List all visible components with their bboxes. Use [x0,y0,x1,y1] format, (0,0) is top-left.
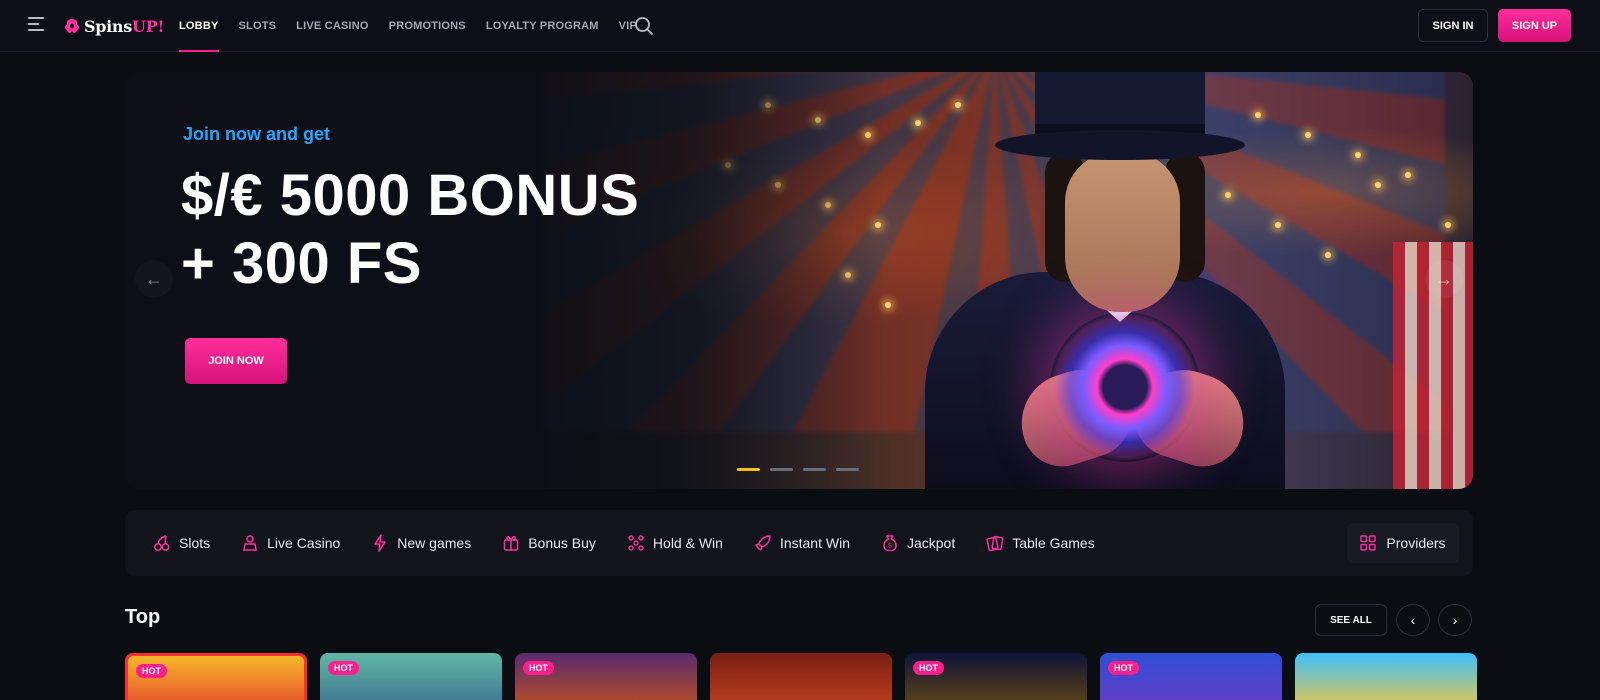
nav-lobby[interactable]: LOBBY [179,0,219,52]
category-label: Live Casino [267,535,341,551]
category-label: Jackpot [906,535,956,551]
slide-dot-4[interactable] [836,468,859,471]
money-bag-icon: $ [883,535,897,552]
magic-orb [1050,312,1200,462]
category-label: Instant Win [779,535,850,551]
hero-prev-arrow-icon[interactable]: ← [135,260,173,298]
hot-badge: HOT [1108,661,1139,675]
hero-title-line-1: $/€ 5000 BONUS [181,163,640,228]
hot-badge: HOT [328,661,359,675]
sign-up-button[interactable]: SIGN UP [1498,9,1571,42]
svg-text:$: $ [888,542,892,550]
game-card[interactable]: HOT [515,653,697,700]
hot-badge: HOT [913,661,944,675]
category-label: New games [397,535,472,551]
see-all-button[interactable]: SEE ALL [1315,604,1387,636]
category-new-games[interactable]: New games [371,534,471,552]
category-jackpot[interactable]: $ Jackpot [881,534,955,552]
providers-button[interactable]: Providers [1347,523,1459,563]
category-label: Table Games [1012,535,1095,551]
hero-title-line-2: + 300 FS [181,231,422,296]
game-card[interactable]: HOT [905,653,1087,700]
category-bonus-buy[interactable]: Bonus Buy [502,534,596,552]
magician-illustration [925,72,1285,489]
cards-icon [986,535,1004,552]
top-games-row: HOT HOT HOT HOT HOT [125,653,1490,700]
rocket-icon [755,535,771,551]
slide-dot-3[interactable] [803,468,826,471]
gift-icon [503,536,519,551]
grid-icon [1360,535,1377,551]
dots-grid-icon [628,535,644,551]
category-instant-win[interactable]: Instant Win [754,534,850,552]
category-bar: Slots Live Casino New games Bonus Buy Ho… [125,510,1473,576]
join-now-button[interactable]: JOIN NOW [185,338,287,384]
category-label: Slots [179,535,211,551]
category-label: Bonus Buy [528,535,596,551]
main-nav: LOBBY SLOTS LIVE CASINO PROMOTIONS LOYAL… [179,0,657,52]
logo-text: SpinsUP! [84,16,165,36]
search-icon[interactable] [634,16,654,36]
hot-badge: HOT [136,664,167,678]
category-hold-and-win[interactable]: Hold & Win [627,534,723,552]
nav-loyalty-program[interactable]: LOYALTY PROGRAM [486,0,599,52]
logo-mark-icon [64,19,80,33]
hero-next-arrow-icon[interactable]: → [1425,260,1463,298]
sign-in-button[interactable]: SIGN IN [1418,9,1488,42]
hero-title: $/€ 5000 BONUS + 300 FS [181,162,639,298]
game-card[interactable] [1295,653,1477,700]
game-card[interactable]: HOT [320,653,502,700]
nav-live-casino[interactable]: LIVE CASINO [296,0,369,52]
section-title-top: Top [125,606,161,628]
game-card[interactable]: HOT [1100,653,1282,700]
game-card[interactable]: HOT [125,653,307,700]
cherry-icon [154,535,170,551]
site-logo[interactable]: SpinsUP! [62,14,164,38]
category-label: Hold & Win [652,535,723,551]
category-live-casino[interactable]: Live Casino [241,534,340,552]
hot-badge: HOT [523,661,554,675]
top-header: SpinsUP! LOBBY SLOTS LIVE CASINO PROMOTI… [0,0,1600,52]
hero-subtitle: Join now and get [183,124,330,144]
slide-indicators [737,468,869,471]
lightning-icon [374,534,387,552]
menu-icon[interactable] [28,17,46,31]
dealer-icon [243,535,258,551]
nav-slots[interactable]: SLOTS [239,0,277,52]
providers-label: Providers [1386,535,1446,551]
slide-dot-1[interactable] [737,468,760,471]
game-card[interactable] [710,653,892,700]
chevron-right-icon[interactable]: › [1438,604,1472,636]
chevron-left-icon[interactable]: ‹ [1396,604,1430,636]
slide-dot-2[interactable] [770,468,793,471]
category-slots[interactable]: Slots [153,534,210,552]
hero-banner[interactable]: Join now and get $/€ 5000 BONUS + 300 FS… [125,72,1473,489]
nav-promotions[interactable]: PROMOTIONS [389,0,466,52]
category-table-games[interactable]: Table Games [986,534,1095,552]
